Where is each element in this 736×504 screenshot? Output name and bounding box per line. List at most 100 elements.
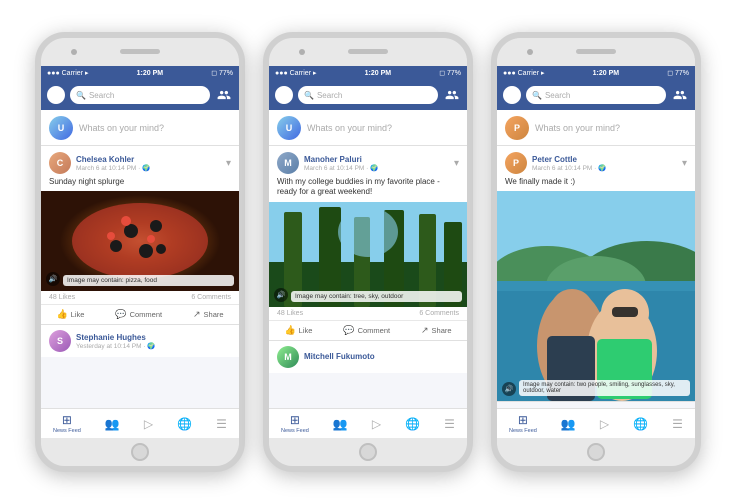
- search-bar-1[interactable]: 🔍 Search: [70, 86, 210, 104]
- status-left-3: ●●● Carrier ▸: [503, 69, 544, 77]
- comment-button-1[interactable]: 💬 Comment: [115, 309, 162, 320]
- status-right-2: ◻ 77%: [439, 69, 461, 77]
- post-image-3: 🔊 Image may contain: two people, smiling…: [497, 191, 695, 401]
- like-label-1: Like: [71, 310, 85, 319]
- post-header-2: M Manoher Paluri March 6 at 10:14 PM · 🌍…: [269, 146, 467, 177]
- story-input-3[interactable]: P Whats on your mind?: [497, 110, 695, 146]
- preview-username-1[interactable]: Stephanie Hughes: [76, 333, 231, 342]
- battery-3: ◻ 77%: [667, 69, 689, 77]
- post-date-2: March 6 at 10:14 PM · 🌍: [304, 164, 449, 172]
- nav-newsfeed-2[interactable]: ⊞ News Feed: [281, 413, 309, 434]
- nav-globe-1[interactable]: 🌐: [177, 417, 192, 431]
- phone-2: ●●● Carrier ▸ 1:20 PM ◻ 77% 🔍 Search: [263, 32, 473, 472]
- like-button-1[interactable]: 👍 Like: [56, 309, 84, 320]
- search-placeholder-3: Search: [545, 91, 570, 100]
- status-right-1: ◻ 77%: [211, 69, 233, 77]
- image-caption-2: Image may contain: tree, sky, outdoor: [291, 291, 462, 302]
- time-1: 1:20 PM: [137, 70, 163, 77]
- like-button-2[interactable]: 👍 Like: [284, 325, 312, 336]
- search-icon-3: 🔍: [532, 91, 542, 100]
- post-comments-2[interactable]: 6 Comments: [419, 310, 459, 317]
- nav-friends-icon-1: 👥: [105, 417, 120, 431]
- post-dropdown-2[interactable]: ▾: [454, 158, 459, 169]
- messenger-icon-3[interactable]: [503, 86, 521, 104]
- nav-video-icon-1: ▷: [144, 417, 153, 431]
- post-text-2: With my college buddies in my favorite p…: [269, 177, 467, 202]
- nav-menu-3[interactable]: ☰: [672, 417, 683, 431]
- status-left-2: ●●● Carrier ▸: [275, 69, 316, 77]
- post-meta-1: Chelsea Kohler March 6 at 10:14 PM · 🌍: [76, 155, 221, 172]
- home-button-2[interactable]: [359, 443, 377, 461]
- nav-friends-3[interactable]: 👥: [561, 417, 576, 431]
- post-avatar-3: P: [505, 152, 527, 174]
- messenger-icon-2[interactable]: [275, 86, 293, 104]
- friend-request-icon-2[interactable]: [443, 86, 461, 104]
- post-date-1: March 6 at 10:14 PM · 🌍: [76, 164, 221, 172]
- post-image-inner-2: 🔊 Image may contain: tree, sky, outdoor: [269, 202, 467, 307]
- nav-menu-2[interactable]: ☰: [444, 417, 455, 431]
- fb-header-3: 🔍 Search: [497, 80, 695, 110]
- nav-friends-1[interactable]: 👥: [105, 417, 120, 431]
- status-bar-3: ●●● Carrier ▸ 1:20 PM ◻ 77%: [497, 66, 695, 80]
- search-bar-2[interactable]: 🔍 Search: [298, 86, 438, 104]
- volume-icon-2[interactable]: 🔊: [274, 288, 288, 302]
- friend-request-icon-3[interactable]: [671, 86, 689, 104]
- comment-label-1: Comment: [130, 310, 163, 319]
- preview-username-2[interactable]: Mitchell Fukumoto: [304, 352, 459, 361]
- post-avatar-face-3: P: [505, 152, 527, 174]
- time-2: 1:20 PM: [365, 70, 391, 77]
- story-input-1[interactable]: U Whats on your mind?: [41, 110, 239, 146]
- post-username-3[interactable]: Peter Cottle: [532, 155, 677, 164]
- post-dropdown-1[interactable]: ▾: [226, 158, 231, 169]
- share-icon-2: ↗: [421, 325, 429, 336]
- post-likes-1[interactable]: 48 Likes: [49, 294, 75, 301]
- nav-friends-icon-2: 👥: [333, 417, 348, 431]
- share-label-2: Share: [432, 326, 452, 335]
- search-bar-3[interactable]: 🔍 Search: [526, 86, 666, 104]
- nav-newsfeed-3[interactable]: ⊞ News Feed: [509, 413, 537, 434]
- preview-avatar-face-2: M: [277, 346, 299, 368]
- home-button-1[interactable]: [131, 443, 149, 461]
- phone-speaker-3: [576, 49, 616, 54]
- friend-request-icon-1[interactable]: [215, 86, 233, 104]
- post-username-1[interactable]: Chelsea Kohler: [76, 155, 221, 164]
- story-avatar-face-2: U: [277, 116, 301, 140]
- nav-newsfeed-1[interactable]: ⊞ News Feed: [53, 413, 81, 434]
- share-button-1[interactable]: ↗ Share: [193, 309, 224, 320]
- post-username-2[interactable]: Manoher Paluri: [304, 155, 449, 164]
- story-input-2[interactable]: U Whats on your mind?: [269, 110, 467, 146]
- messenger-icon-1[interactable]: [47, 86, 65, 104]
- phone-screen-1: ●●● Carrier ▸ 1:20 PM ◻ 77% 🔍 Search: [41, 66, 239, 438]
- preview-meta-1: Stephanie Hughes Yesterday at 10:14 PM ·…: [76, 333, 231, 350]
- nav-video-1[interactable]: ▷: [144, 417, 153, 431]
- nav-menu-1[interactable]: ☰: [216, 417, 227, 431]
- image-caption-3: Image may contain: two people, smiling, …: [519, 380, 690, 396]
- fb-header-2: 🔍 Search: [269, 80, 467, 110]
- nav-video-3[interactable]: ▷: [600, 417, 609, 431]
- nav-video-2[interactable]: ▷: [372, 417, 381, 431]
- time-3: 1:20 PM: [593, 70, 619, 77]
- like-icon-2: 👍: [284, 325, 295, 336]
- post-card-2: M Manoher Paluri March 6 at 10:14 PM · 🌍…: [269, 146, 467, 341]
- nav-friends-2[interactable]: 👥: [333, 417, 348, 431]
- home-button-3[interactable]: [587, 443, 605, 461]
- post-dropdown-3[interactable]: ▾: [682, 158, 687, 169]
- comment-button-2[interactable]: 💬 Comment: [343, 325, 390, 336]
- nav-globe-icon-2: 🌐: [405, 417, 420, 431]
- story-avatar-face-3: P: [505, 116, 529, 140]
- post-avatar-2: M: [277, 152, 299, 174]
- post-image-2: 🔊 Image may contain: tree, sky, outdoor: [269, 202, 467, 307]
- share-button-2[interactable]: ↗ Share: [421, 325, 452, 336]
- phone-camera-3: [527, 49, 533, 55]
- nav-globe-icon-1: 🌐: [177, 417, 192, 431]
- carrier-3: ●●● Carrier ▸: [503, 69, 544, 77]
- post-comments-1[interactable]: 6 Comments: [191, 294, 231, 301]
- battery-2: ◻ 77%: [439, 69, 461, 77]
- status-right-3: ◻ 77%: [667, 69, 689, 77]
- next-post-preview-1: S Stephanie Hughes Yesterday at 10:14 PM…: [41, 325, 239, 357]
- nav-globe-3[interactable]: 🌐: [633, 417, 648, 431]
- preview-avatar-face-1: S: [49, 330, 71, 352]
- post-likes-2[interactable]: 48 Likes: [277, 310, 303, 317]
- carrier-1: ●●● Carrier ▸: [47, 69, 88, 77]
- nav-globe-2[interactable]: 🌐: [405, 417, 420, 431]
